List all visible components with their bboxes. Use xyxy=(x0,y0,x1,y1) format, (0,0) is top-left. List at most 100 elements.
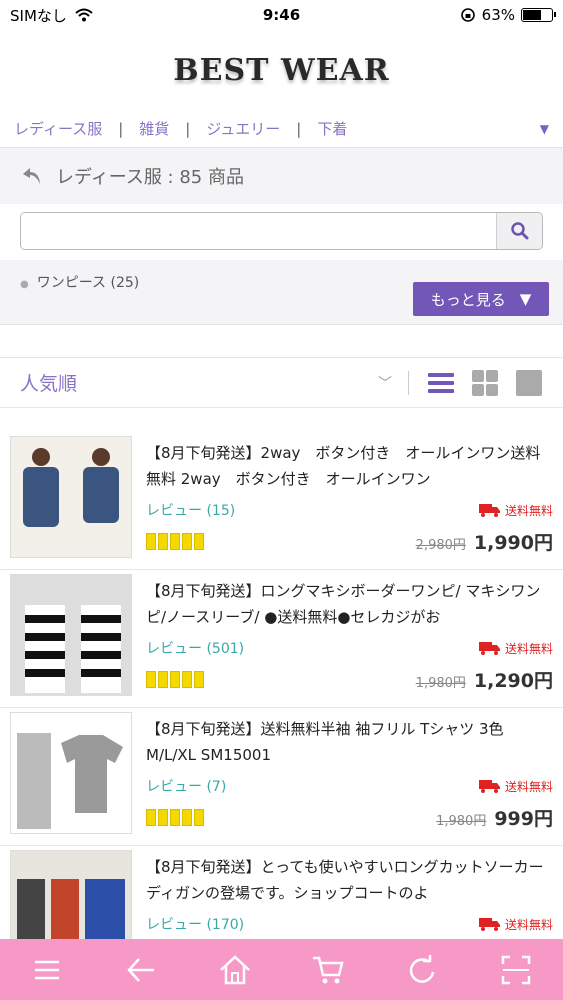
star-icon xyxy=(146,809,156,826)
refresh-icon[interactable] xyxy=(405,953,439,987)
star-icon xyxy=(170,533,180,550)
divider xyxy=(408,370,409,395)
price-block: 1,980円 999円 xyxy=(436,804,553,831)
star-icon xyxy=(146,533,156,550)
sale-price: 1,990円 xyxy=(473,532,553,554)
back-arrow-icon[interactable] xyxy=(20,164,44,188)
shipping-label: 送料無料 xyxy=(504,779,553,794)
truck-icon xyxy=(478,642,500,655)
review-row: レビュー (7) 送料無料 xyxy=(146,776,553,796)
more-button-label: もっと見る xyxy=(430,290,506,309)
rating-stars xyxy=(146,533,204,550)
divider: | xyxy=(296,119,302,138)
product-title[interactable]: 【8月下旬発送】送料無料半袖 袖フリル Tシャツ 3色 M/L/XL SM150… xyxy=(146,716,553,768)
free-shipping-badge: 送料無料 xyxy=(478,502,553,519)
star-icon xyxy=(158,671,168,688)
review-row: レビュー (15) 送料無料 xyxy=(146,500,553,520)
category-link-ladies[interactable]: レディース服 xyxy=(14,118,102,139)
star-icon xyxy=(194,533,204,550)
rating-stars xyxy=(146,671,204,688)
product-list: 【8月下旬発送】2way ボタン付き オールインワン送料無料 2way ボタン付… xyxy=(0,408,563,984)
filter-panel: ● ワンピース (25) もっと見る ▼ xyxy=(0,260,563,324)
category-expand-icon[interactable]: ▼ xyxy=(540,122,549,136)
old-price: 1,980円 xyxy=(415,676,466,691)
search-box xyxy=(20,212,543,250)
free-shipping-badge: 送料無料 xyxy=(478,916,553,933)
sale-price: 999円 xyxy=(494,808,553,830)
fullscreen-icon[interactable] xyxy=(499,953,533,987)
breadcrumb-text: レディース服 : 85 商品 xyxy=(56,167,244,188)
review-row: レビュー (170) 送料無料 xyxy=(146,914,553,934)
filter-item-label: ワンピース (25) xyxy=(36,275,140,291)
review-link[interactable]: レビュー (501) xyxy=(146,638,244,658)
category-link-jewelry[interactable]: ジュエリー xyxy=(206,118,280,139)
product-item[interactable]: 【8月下旬発送】送料無料半袖 袖フリル Tシャツ 3色 M/L/XL SM150… xyxy=(0,708,563,846)
price-block: 1,980円 1,290円 xyxy=(416,666,553,693)
star-icon xyxy=(158,809,168,826)
bottom-toolbar xyxy=(0,939,563,1000)
category-link-goods[interactable]: 雑貨 xyxy=(139,118,169,139)
review-link[interactable]: レビュー (15) xyxy=(146,500,235,520)
star-icon xyxy=(170,809,180,826)
star-icon xyxy=(182,533,192,550)
spacer xyxy=(0,324,563,358)
back-icon[interactable] xyxy=(124,953,158,987)
list-view-icon[interactable] xyxy=(427,369,455,397)
search-button[interactable] xyxy=(496,213,542,249)
product-title[interactable]: 【8月下旬発送】とっても使いやすいロングカットソーカーディガンの登場です。ショッ… xyxy=(146,854,553,906)
old-price: 2,980円 xyxy=(415,538,466,553)
review-link[interactable]: レビュー (7) xyxy=(146,776,226,796)
shipping-label: 送料無料 xyxy=(504,917,553,932)
star-icon xyxy=(194,671,204,688)
star-icon xyxy=(146,671,156,688)
product-info: 【8月下旬発送】2way ボタン付き オールインワン送料無料 2way ボタン付… xyxy=(146,436,553,565)
more-button[interactable]: もっと見る ▼ xyxy=(413,282,549,316)
product-title[interactable]: 【8月下旬発送】ロングマキシボーダーワンピ/ マキシワンピ/ノースリーブ/ ●送… xyxy=(146,578,553,630)
free-shipping-badge: 送料無料 xyxy=(478,778,553,795)
sale-price: 1,290円 xyxy=(473,670,553,692)
product-image[interactable] xyxy=(10,712,132,834)
old-price: 1,980円 xyxy=(436,814,487,829)
rating-price-row: 1,980円 1,290円 xyxy=(146,666,553,693)
clock: 9:46 xyxy=(262,6,301,24)
grid-view-icon[interactable] xyxy=(471,369,499,397)
home-icon[interactable] xyxy=(218,953,252,987)
rating-price-row: 1,980円 999円 xyxy=(146,804,553,831)
free-shipping-badge: 送料無料 xyxy=(478,640,553,657)
chevron-down-icon[interactable]: ﹀ xyxy=(378,373,392,393)
category-link-underwear[interactable]: 下着 xyxy=(317,118,347,139)
shipping-label: 送料無料 xyxy=(504,503,553,518)
star-icon xyxy=(182,809,192,826)
bullet-icon: ● xyxy=(20,279,29,290)
product-item[interactable]: 【8月下旬発送】ロングマキシボーダーワンピ/ マキシワンピ/ノースリーブ/ ●送… xyxy=(0,570,563,708)
breadcrumb: レディース服 : 85 商品 xyxy=(0,148,563,204)
sort-bar: 人気順 ﹀ xyxy=(0,358,563,408)
truck-icon xyxy=(478,780,500,793)
product-info: 【8月下旬発送】ロングマキシボーダーワンピ/ マキシワンピ/ノースリーブ/ ●送… xyxy=(146,574,553,703)
search-row xyxy=(0,204,563,260)
product-title[interactable]: 【8月下旬発送】2way ボタン付き オールインワン送料無料 2way ボタン付… xyxy=(146,440,553,492)
sort-select[interactable]: 人気順 xyxy=(20,369,77,396)
divider: | xyxy=(118,119,124,138)
search-input[interactable] xyxy=(21,213,496,249)
menu-icon[interactable] xyxy=(30,953,64,987)
price-block: 2,980円 1,990円 xyxy=(416,528,553,555)
product-item[interactable]: 【8月下旬発送】2way ボタン付き オールインワン送料無料 2way ボタン付… xyxy=(0,432,563,570)
star-icon xyxy=(170,671,180,688)
truck-icon xyxy=(478,918,500,931)
review-link[interactable]: レビュー (170) xyxy=(146,914,244,934)
product-image[interactable] xyxy=(10,574,132,696)
cart-icon[interactable] xyxy=(311,953,345,987)
single-view-icon[interactable] xyxy=(515,369,543,397)
category-nav: レディース服 | 雑貨 | ジュエリー | 下着 ▼ xyxy=(0,110,563,148)
status-bar: SIMなし 9:46 63% xyxy=(0,0,563,30)
site-logo[interactable]: BEST WEAR xyxy=(0,30,563,110)
search-icon xyxy=(510,222,528,240)
divider: | xyxy=(185,119,191,138)
shipping-label: 送料無料 xyxy=(504,641,553,656)
truck-icon xyxy=(478,504,500,517)
rating-stars xyxy=(146,809,204,826)
rating-price-row: 2,980円 1,990円 xyxy=(146,528,553,555)
product-image[interactable] xyxy=(10,436,132,558)
star-icon xyxy=(158,533,168,550)
